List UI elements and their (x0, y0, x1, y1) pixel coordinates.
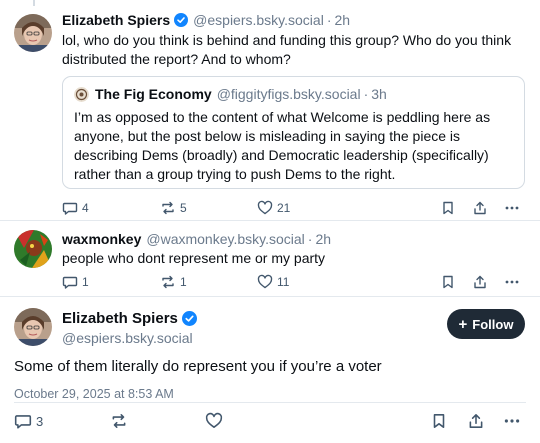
separator-dot: · (363, 86, 369, 102)
like-button[interactable]: 11 (257, 274, 289, 290)
author-name[interactable]: Elizabeth Spiers (62, 310, 178, 327)
quote-time: 3h (371, 86, 387, 102)
more-icon (505, 206, 519, 210)
reply-count: 1 (82, 275, 89, 289)
post-text: people who dont represent me or my party (62, 250, 326, 266)
quote-avatar (74, 86, 89, 102)
like-button[interactable] (205, 412, 223, 430)
heart-icon (205, 412, 223, 428)
plus-icon: + (458, 315, 468, 333)
author-handle[interactable]: @espiers.bsky.social (62, 330, 193, 346)
post-time[interactable]: 2h (315, 231, 331, 247)
post-text: Some of them literally do represent you … (14, 358, 382, 375)
share-icon (469, 414, 483, 428)
share-button[interactable] (472, 274, 488, 290)
like-count: 11 (277, 275, 290, 289)
share-button[interactable] (472, 200, 488, 216)
bookmark-button[interactable] (440, 274, 456, 290)
reply-button[interactable]: 3 (14, 412, 43, 430)
divider (0, 220, 540, 221)
repost-icon (162, 201, 174, 215)
repost-count: 5 (180, 201, 187, 215)
repost-button[interactable] (110, 412, 128, 430)
heart-icon (257, 200, 273, 215)
more-options-button[interactable] (504, 274, 520, 290)
author-name[interactable]: waxmonkey (62, 231, 141, 247)
like-button[interactable]: 21 (257, 200, 290, 216)
avatar[interactable] (14, 14, 52, 52)
quote-text: I’m as opposed to the content of what We… (74, 109, 491, 182)
repost-count: 1 (180, 275, 187, 289)
separator-dot: · (307, 231, 313, 247)
quote-header: The Fig Economy @figgityfigs.bsky.social… (74, 86, 387, 102)
share-icon (474, 201, 486, 215)
post-header: waxmonkey @waxmonkey.bsky.social · 2h (62, 231, 331, 247)
author-name[interactable]: Elizabeth Spiers (62, 12, 170, 28)
heart-icon (257, 274, 273, 289)
more-options-button[interactable] (503, 412, 521, 430)
verified-badge-icon (181, 311, 197, 326)
reply-icon (14, 415, 32, 429)
quote-author-handle: @figgityfigs.bsky.social (216, 86, 361, 102)
repost-icon (112, 414, 126, 428)
reply-count: 3 (36, 413, 44, 429)
bookmark-button[interactable] (440, 200, 456, 216)
post-header: Elizabeth Spiers (62, 310, 197, 327)
verified-badge-icon (174, 13, 189, 27)
more-options-button[interactable] (504, 200, 520, 216)
like-count: 21 (277, 201, 291, 215)
repost-button[interactable]: 5 (160, 200, 187, 216)
follow-button[interactable]: + Follow (447, 309, 525, 339)
more-icon (505, 280, 519, 284)
separator-dot: · (326, 12, 332, 28)
author-handle[interactable]: @waxmonkey.bsky.social (146, 231, 304, 247)
bookmark-icon (433, 414, 445, 428)
author-handle[interactable]: @espiers.bsky.social (193, 12, 324, 28)
reply-button[interactable]: 4 (62, 200, 89, 216)
share-icon (474, 275, 486, 289)
repost-icon (162, 275, 174, 289)
reply-count: 4 (82, 201, 89, 215)
divider (14, 402, 526, 403)
reply-icon (62, 276, 78, 289)
avatar[interactable] (14, 230, 52, 268)
reply-icon (62, 202, 78, 215)
post-header: Elizabeth Spiers @espiers.bsky.social · … (62, 12, 350, 28)
repost-button[interactable]: 1 (160, 274, 187, 290)
more-icon (504, 419, 520, 423)
quote-author-name: The Fig Economy (95, 86, 212, 102)
post-time[interactable]: 2h (335, 12, 351, 28)
post-text: lol, who do you think is behind and fund… (62, 32, 512, 67)
bookmark-icon (443, 201, 453, 215)
author-handle-line: @espiers.bsky.social (62, 330, 193, 346)
thread-line (33, 0, 35, 6)
follow-label: Follow (472, 316, 514, 332)
bookmark-button[interactable] (430, 412, 448, 430)
share-button[interactable] (467, 412, 485, 430)
bookmark-icon (443, 275, 453, 289)
divider (0, 296, 540, 297)
quoted-post[interactable]: The Fig Economy @figgityfigs.bsky.social… (62, 76, 525, 189)
reply-button[interactable]: 1 (62, 274, 89, 290)
avatar[interactable] (14, 308, 52, 346)
